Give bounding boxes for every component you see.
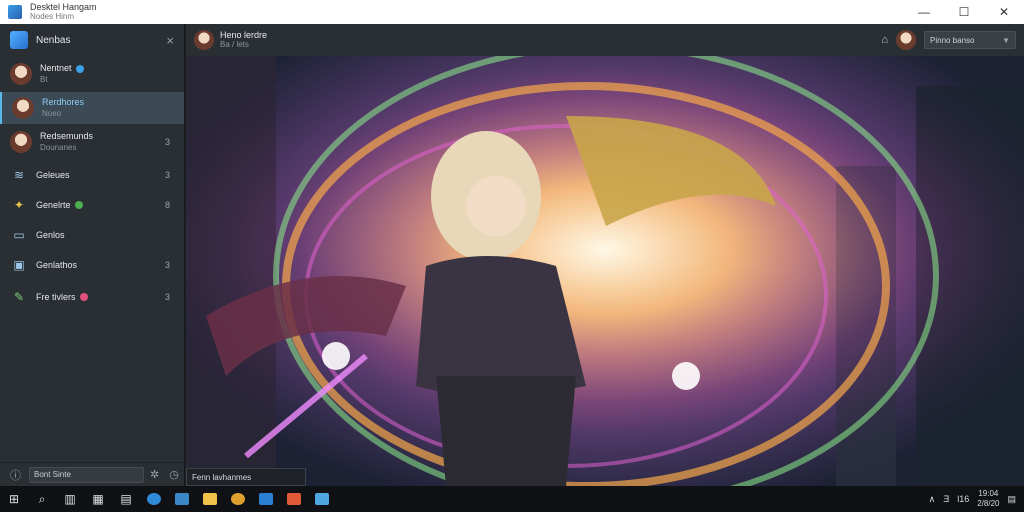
- sidebar-item-4[interactable]: ✦ Genelrte 8: [0, 190, 184, 220]
- avatar: [10, 63, 32, 85]
- chrome-icon[interactable]: [224, 486, 252, 512]
- status-dot-icon: [74, 201, 83, 210]
- item-count: 3: [164, 137, 170, 147]
- tray-text-2[interactable]: l16: [957, 494, 969, 504]
- puzzle-icon: ✦: [13, 198, 25, 212]
- avatar: [12, 97, 34, 119]
- item-count: 3: [164, 292, 170, 302]
- viewer-title: Heno lerdre: [220, 30, 268, 40]
- sidebar-footer: ⓘ ✲ ◷: [0, 462, 185, 486]
- avatar: [194, 30, 214, 50]
- notification-icon[interactable]: ▤: [1007, 494, 1016, 505]
- tray-text-1[interactable]: Ǝ: [943, 494, 949, 504]
- monitor-icon: ▭: [13, 228, 25, 242]
- image-viewer[interactable]: [186, 56, 1024, 486]
- sidebar-item-0[interactable]: Nentnet Bt: [0, 56, 184, 92]
- sidebar-item-2[interactable]: Redsemunds Dounanes 3: [0, 124, 184, 160]
- window-title: Desktel Hangam: [30, 2, 97, 12]
- taskbar: ⊞ ⌕ ▥ ▦ ▤ ∧ Ǝ l16 19:04 2/8/20 ▤: [0, 486, 1024, 512]
- sidebar-title: Nenbas: [36, 34, 71, 46]
- sidebar-header: Nenbas ×: [0, 24, 184, 56]
- system-tray: ∧ Ǝ l16 19:04 2/8/20 ▤: [929, 489, 1024, 509]
- share-icon[interactable]: ⌂: [881, 34, 888, 46]
- window-subtitle: Nodes Hinm: [30, 12, 75, 21]
- maximize-icon[interactable]: ☐: [944, 0, 984, 24]
- edge-icon[interactable]: [140, 486, 168, 512]
- window-title-block: Desktel Hangam Nodes Hinm: [30, 2, 97, 22]
- sidebar-item-label: Rerdhores: [42, 97, 85, 107]
- sidebar-item-sub: Bt: [40, 75, 48, 84]
- chevron-down-icon: ▼: [1002, 35, 1010, 45]
- close-icon[interactable]: ×: [166, 33, 174, 48]
- clock-icon[interactable]: ◷: [169, 468, 179, 481]
- minimize-icon[interactable]: —: [904, 0, 944, 24]
- window-controls: — ☐ ✕: [904, 0, 1024, 24]
- sidebar-item-7[interactable]: ✎ Fre tivlers 3: [0, 280, 184, 314]
- gallery-icon[interactable]: [280, 486, 308, 512]
- sidebar: Nenbas × Nentnet Bt Rerdhores Noeo Redse…: [0, 24, 185, 486]
- sidebar-item-3[interactable]: ≋ Geleues 3: [0, 160, 184, 190]
- cube-icon: [10, 31, 28, 49]
- close-icon[interactable]: ✕: [984, 0, 1024, 24]
- windows-start-icon[interactable]: ⊞: [0, 486, 28, 512]
- sidebar-item-sub: Noeo: [42, 109, 62, 118]
- brush-icon: ✎: [13, 290, 25, 304]
- clock[interactable]: 19:04 2/8/20: [977, 489, 999, 509]
- app-window-icon[interactable]: [308, 486, 336, 512]
- sidebar-item-label: Genelrte: [36, 200, 83, 211]
- view-select-value: Pinno banso: [930, 35, 975, 45]
- task-view-icon[interactable]: ▥: [56, 486, 84, 512]
- clock-time: 19:04: [978, 489, 999, 498]
- sidebar-item-label: Fre tivlers: [36, 292, 88, 303]
- info-icon[interactable]: ⓘ: [10, 467, 21, 483]
- sidebar-item-5[interactable]: ▭ Genlos: [0, 220, 184, 250]
- artwork-image: [186, 56, 1024, 486]
- caption-text: Fenn lavhanmes: [192, 472, 252, 482]
- settings-icon[interactable]: ✲: [150, 468, 159, 481]
- sidebar-item-1[interactable]: Rerdhores Noeo: [0, 92, 184, 124]
- sidebar-item-label: Genlathos: [36, 259, 78, 270]
- search-icon[interactable]: ⌕: [28, 486, 56, 512]
- app-icon: [8, 5, 22, 19]
- avatar: [10, 131, 32, 153]
- item-count: 3: [164, 260, 170, 270]
- chevron-up-icon[interactable]: ∧: [929, 494, 936, 505]
- image-caption: Fenn lavhanmes: [186, 468, 306, 486]
- search-input[interactable]: [29, 466, 144, 483]
- sidebar-item-label: Nentnet: [40, 63, 84, 74]
- status-dot-icon: [79, 293, 88, 302]
- layers-icon: ≋: [13, 168, 25, 182]
- folder-icon[interactable]: [196, 486, 224, 512]
- sidebar-item-label: Geleues: [36, 169, 70, 180]
- viewer-subtitle: Ba / lets: [220, 40, 249, 49]
- clock-date: 2/8/20: [977, 499, 1000, 508]
- item-count: 3: [164, 170, 170, 180]
- sidebar-item-sub: Dounanes: [40, 143, 77, 152]
- title-bar: Desktel Hangam Nodes Hinm — ☐ ✕: [0, 0, 1024, 24]
- document-icon[interactable]: [252, 486, 280, 512]
- widgets-icon[interactable]: ▦: [84, 486, 112, 512]
- sidebar-item-label: Redsemunds: [40, 131, 94, 141]
- sidebar-item-label: Genlos: [36, 229, 65, 240]
- image-icon: ▣: [13, 258, 25, 272]
- item-count: 8: [164, 200, 170, 210]
- viewer-header: Heno lerdre Ba / lets ⌂ Pinno banso ▼: [186, 24, 1024, 56]
- store-icon[interactable]: [168, 486, 196, 512]
- avatar[interactable]: [896, 30, 916, 50]
- status-dot-icon: [75, 64, 84, 73]
- view-select[interactable]: Pinno banso ▼: [924, 31, 1016, 49]
- chat-icon[interactable]: ▤: [112, 486, 140, 512]
- sidebar-item-6[interactable]: ▣ Genlathos 3: [0, 250, 184, 280]
